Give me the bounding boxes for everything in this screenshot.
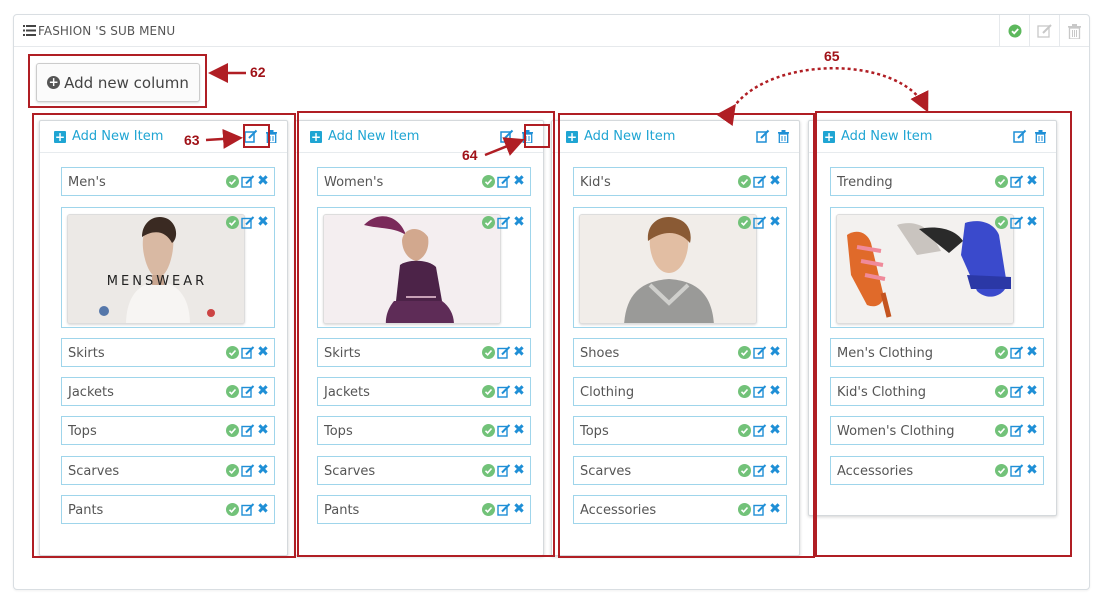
annotation-box-column-4	[815, 111, 1072, 557]
callout-63: 63	[184, 132, 200, 148]
panel-title: FASHION 'S SUB MENU	[38, 24, 176, 38]
callout-64: 64	[462, 147, 478, 163]
annotation-box-add-column	[28, 54, 207, 108]
annotation-box-edit-column	[243, 124, 270, 148]
annotation-box-column-2	[297, 111, 555, 557]
trash-icon[interactable]	[1059, 15, 1089, 47]
annotation-box-column-1	[32, 113, 296, 558]
list-icon	[23, 25, 36, 36]
annotation-box-column-3	[558, 113, 815, 558]
annotation-box-delete-column	[524, 124, 550, 148]
check-circle-icon[interactable]	[999, 15, 1029, 47]
edit-icon[interactable]	[1029, 15, 1059, 47]
panel-header: FASHION 'S SUB MENU	[14, 15, 1089, 47]
panel-actions	[999, 15, 1089, 47]
callout-62: 62	[250, 64, 266, 80]
callout-65: 65	[824, 48, 840, 64]
